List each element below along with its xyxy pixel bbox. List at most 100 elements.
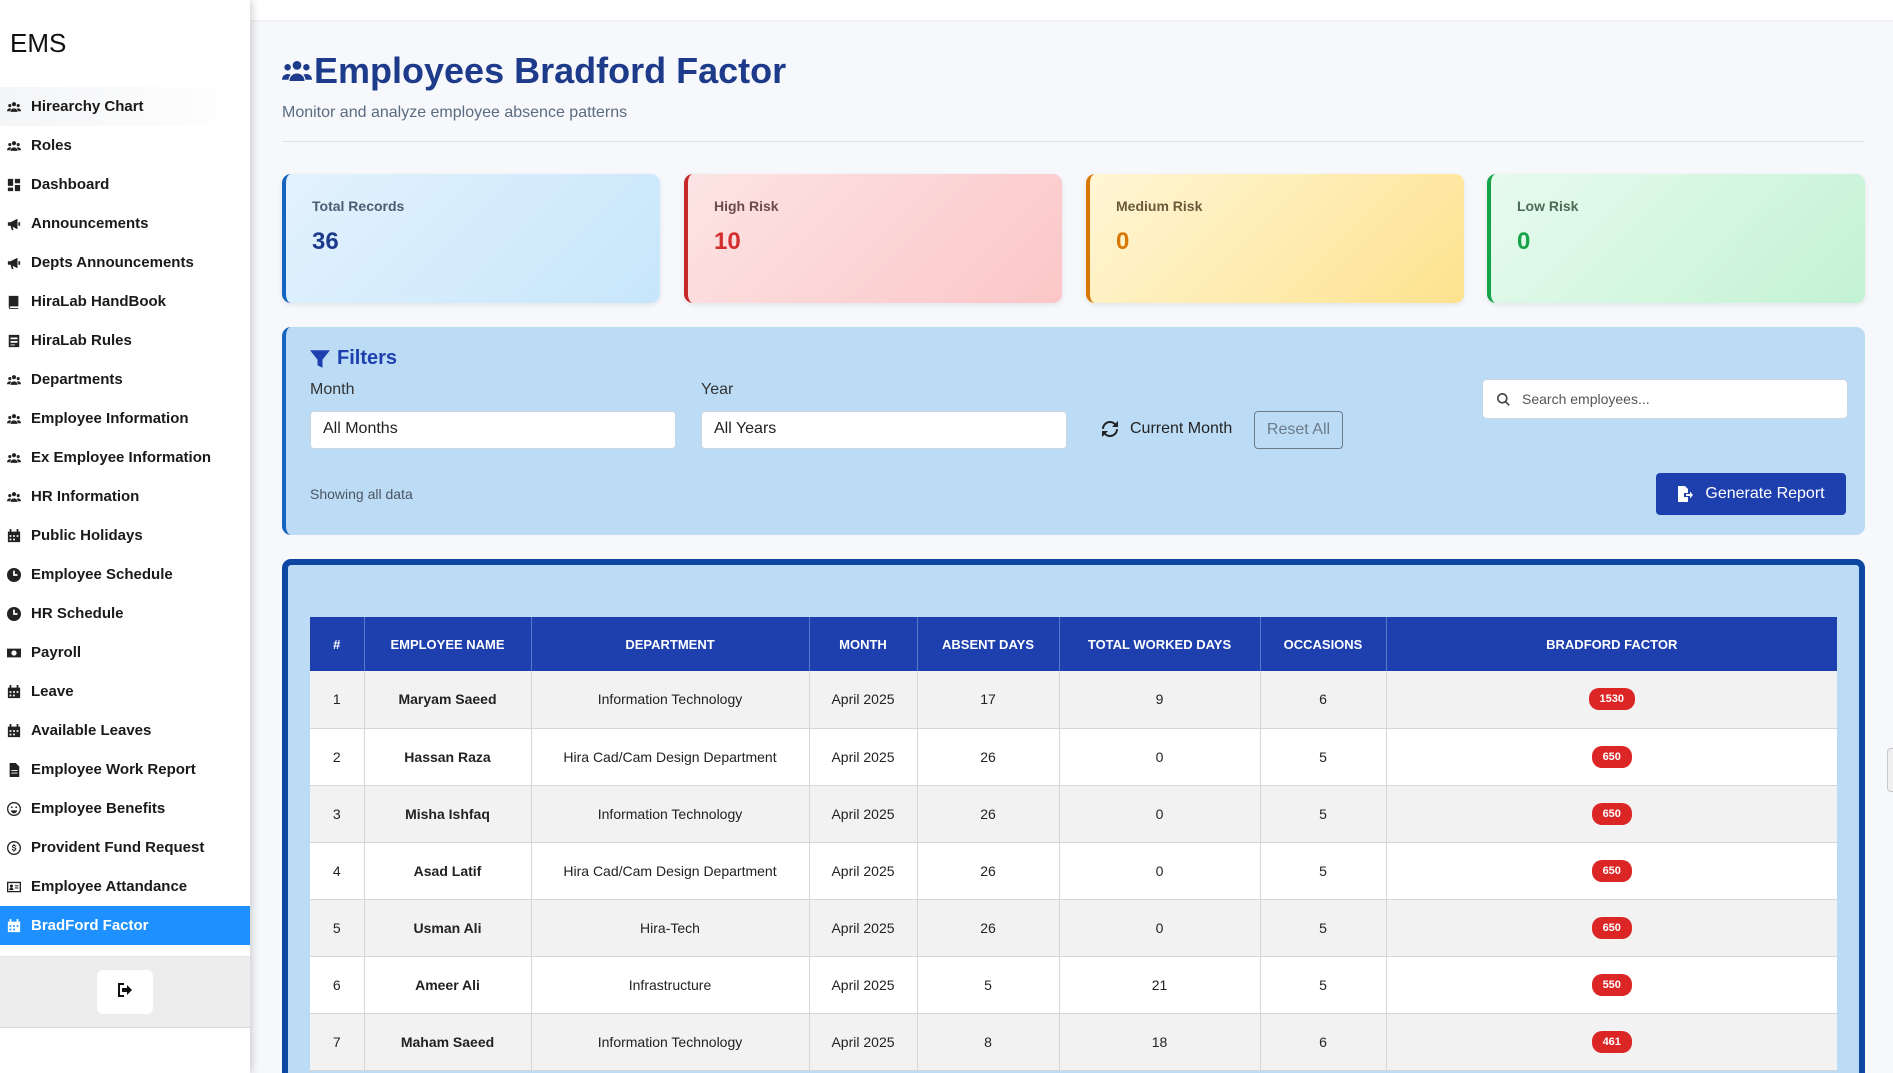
page-title: Employees Bradford Factor (282, 50, 786, 92)
cell-bradford: 550 (1386, 956, 1837, 1014)
sidebar-item-label: Public Holidays (31, 527, 143, 544)
sidebar-item-label: Employee Benefits (31, 800, 166, 817)
sidebar-item-depts-announcements[interactable]: Depts Announcements (0, 243, 250, 282)
sidebar-item-hirearchy-chart[interactable]: Hirearchy Chart (0, 87, 250, 126)
generate-report-button[interactable]: Generate Report (1656, 473, 1846, 515)
cell-month: April 2025 (809, 1013, 918, 1071)
column-header[interactable]: MONTH (809, 617, 918, 671)
cell-worked-days: 18 (1059, 1013, 1261, 1071)
stat-card-low-risk: Low Risk 0 (1487, 174, 1865, 303)
year-select[interactable]: All Years (701, 411, 1067, 449)
scrollbar-handle[interactable] (1887, 748, 1893, 792)
sidebar-item-label: HiraLab HandBook (31, 293, 167, 310)
current-month-button[interactable]: Current Month (1102, 420, 1232, 438)
showing-status: Showing all data (310, 486, 413, 502)
money-icon (6, 645, 22, 661)
refresh-icon (1102, 421, 1118, 437)
sidebar-item-employee-benefits[interactable]: Employee Benefits (0, 789, 250, 828)
bradford-badge: 650 (1591, 859, 1632, 882)
sidebar-item-employee-information[interactable]: Employee Information (0, 399, 250, 438)
column-header[interactable]: TOTAL WORKED DAYS (1059, 617, 1261, 671)
generate-report-label: Generate Report (1705, 485, 1825, 502)
cell-employee-name: Misha Ishfaq (364, 785, 532, 843)
sidebar-item-label: Dashboard (31, 176, 110, 193)
sidebar-item-employee-schedule[interactable]: Employee Schedule (0, 555, 250, 594)
logout-button[interactable] (97, 970, 153, 1014)
stat-label: Medium Risk (1116, 198, 1203, 214)
bradford-badge: 650 (1591, 802, 1632, 825)
stat-value: 36 (312, 228, 339, 255)
sign-out-icon (117, 982, 133, 1003)
users-icon (6, 411, 22, 427)
table-row[interactable]: 3 Misha Ishfaq Information Technology Ap… (310, 785, 1837, 843)
stat-card-medium-risk: Medium Risk 0 (1086, 174, 1464, 303)
cell-occasions: 5 (1260, 956, 1387, 1014)
sidebar-item-label: HR Information (31, 488, 140, 505)
table-row[interactable]: 2 Hassan Raza Hira Cad/Cam Design Depart… (310, 728, 1837, 786)
column-header[interactable]: EMPLOYEE NAME (364, 617, 532, 671)
month-select[interactable]: All Months (310, 411, 676, 449)
cell-absent-days: 5 (917, 956, 1060, 1014)
bradford-badge: 650 (1591, 916, 1632, 939)
sidebar-item-label: Employee Work Report (31, 761, 196, 778)
sidebar-item-hr-information[interactable]: HR Information (0, 477, 250, 516)
table-row[interactable]: 4 Asad Latif Hira Cad/Cam Design Departm… (310, 842, 1837, 900)
month-label: Month (310, 381, 355, 398)
reset-all-button[interactable]: Reset All (1254, 411, 1343, 449)
cell-department: Hira Cad/Cam Design Department (531, 728, 810, 786)
filter-icon (310, 349, 330, 368)
sidebar-item-bradford-factor[interactable]: BradFord Factor (0, 906, 250, 945)
column-header[interactable]: BRADFORD FACTOR (1386, 617, 1837, 671)
sidebar-item-label: Employee Attandance (31, 878, 188, 895)
sidebar-item-employee-work-report[interactable]: Employee Work Report (0, 750, 250, 789)
sidebar-item-provident-fund-request[interactable]: Provident Fund Request (0, 828, 250, 867)
users-icon (6, 99, 22, 115)
sidebar-item-ex-employee-information[interactable]: Ex Employee Information (0, 438, 250, 477)
megaphone-icon (6, 216, 22, 232)
cell-month: April 2025 (809, 956, 918, 1014)
table-row[interactable]: 1 Maryam Saeed Information Technology Ap… (310, 671, 1837, 729)
sidebar-item-label: HR Schedule (31, 605, 124, 622)
cell-absent-days: 26 (917, 728, 1060, 786)
cell-absent-days: 26 (917, 899, 1060, 957)
sidebar-item-dashboard[interactable]: Dashboard (0, 165, 250, 204)
cell-bradford: 650 (1386, 728, 1837, 786)
sidebar-item-employee-attandance[interactable]: Employee Attandance (0, 867, 250, 906)
search-input[interactable] (1522, 391, 1822, 407)
table-row[interactable]: 6 Ameer Ali Infrastructure April 2025 5 … (310, 956, 1837, 1014)
id-card-icon (6, 879, 22, 895)
cell-worked-days: 9 (1059, 671, 1261, 729)
stat-value: 10 (714, 228, 741, 255)
sidebar-item-label: Roles (31, 137, 72, 154)
sidebar-item-leave[interactable]: Leave (0, 672, 250, 711)
clock-icon (6, 567, 22, 583)
column-header[interactable]: DEPARTMENT (531, 617, 810, 671)
column-header[interactable]: OCCASIONS (1260, 617, 1387, 671)
cell-bradford: 461 (1386, 1013, 1837, 1071)
calendar-icon (6, 528, 22, 544)
sidebar-item-announcements[interactable]: Announcements (0, 204, 250, 243)
table-row[interactable]: 7 Maham Saeed Information Technology Apr… (310, 1013, 1837, 1071)
users-icon (6, 138, 22, 154)
sidebar-item-departments[interactable]: Departments (0, 360, 250, 399)
sidebar-item-payroll[interactable]: Payroll (0, 633, 250, 672)
column-header[interactable]: # (310, 617, 365, 671)
sidebar-item-hiralab-rules[interactable]: HiraLab Rules (0, 321, 250, 360)
filters-title: Filters (310, 347, 397, 370)
table-row[interactable]: 5 Usman Ali Hira-Tech April 2025 26 0 5 … (310, 899, 1837, 957)
sidebar-item-hr-schedule[interactable]: HR Schedule (0, 594, 250, 633)
cell-employee-name: Hassan Raza (364, 728, 532, 786)
sidebar-item-public-holidays[interactable]: Public Holidays (0, 516, 250, 555)
page-subtitle: Monitor and analyze employee absence pat… (282, 104, 628, 121)
sidebar-item-roles[interactable]: Roles (0, 126, 250, 165)
top-bar (250, 0, 1893, 20)
sidebar-item-hiralab-handbook[interactable]: HiraLab HandBook (0, 282, 250, 321)
cell-worked-days: 0 (1059, 728, 1261, 786)
cell-occasions: 6 (1260, 671, 1387, 729)
column-header[interactable]: ABSENT DAYS (917, 617, 1060, 671)
sidebar-item-label: Hirearchy Chart (31, 98, 144, 115)
sidebar-item-available-leaves[interactable]: Available Leaves (0, 711, 250, 750)
cell-bradford: 1530 (1386, 671, 1837, 729)
cell-month: April 2025 (809, 728, 918, 786)
table-panel: # EMPLOYEE NAME DEPARTMENT MONTH ABSENT … (282, 559, 1865, 1073)
